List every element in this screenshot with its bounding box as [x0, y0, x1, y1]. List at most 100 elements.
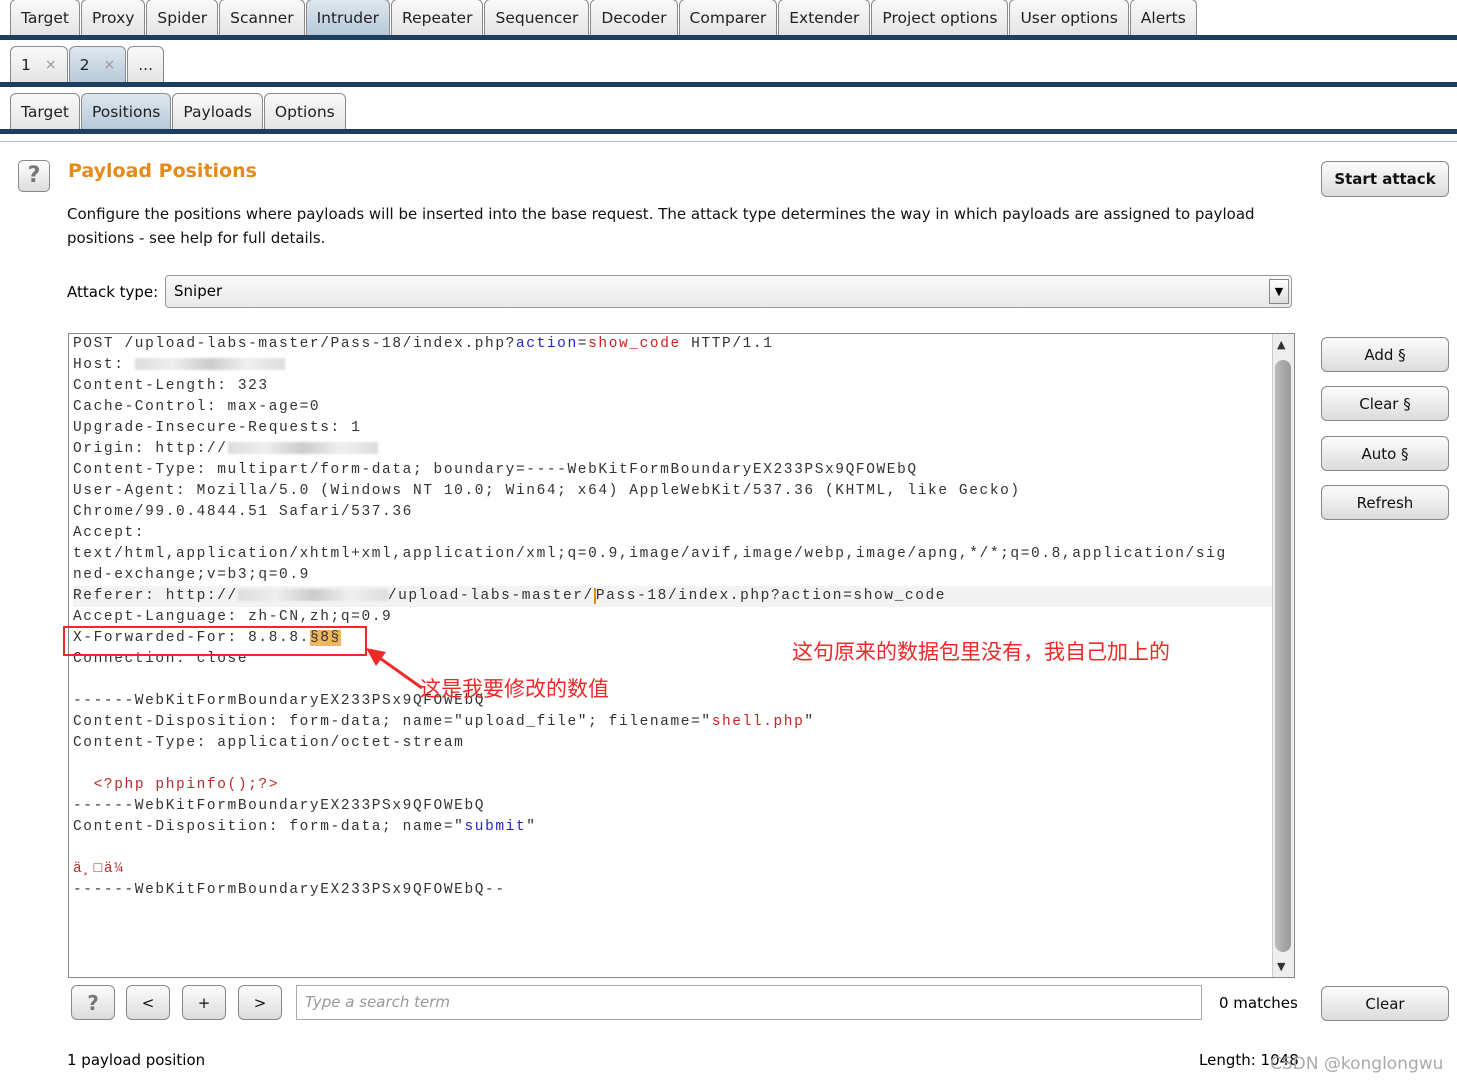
sub-tab-0[interactable]: Target [10, 93, 80, 129]
request-segment: = [577, 336, 589, 352]
sub-tab-1[interactable]: Positions [80, 93, 172, 129]
close-icon[interactable]: × [103, 57, 115, 73]
request-line: ned-exchange;v=b3;q=0.9 [73, 565, 1273, 586]
request-line: Host: [73, 355, 1273, 376]
request-segment: action [515, 336, 578, 352]
main-tab-10[interactable]: Project options [871, 0, 1009, 35]
main-tab-4[interactable]: Intruder [305, 0, 390, 35]
match-count: 0 matches [1219, 994, 1298, 1012]
main-tab-12[interactable]: Alerts [1129, 0, 1197, 35]
auto-marker-button[interactable]: Auto § [1321, 436, 1449, 471]
request-segment: ned-exchange;v=b3;q=0.9 [73, 567, 310, 583]
request-segment: User-Agent: Mozilla/5.0 (Windows NT 10.0… [73, 483, 1021, 499]
main-tab-bar: Target Proxy Spider Scanner Intruder Repeater… [0, 0, 1457, 40]
search-input[interactable]: Type a search term [296, 985, 1202, 1020]
request-line: ------WebKitFormBoundaryEX233PSx9QFOWEbQ [73, 691, 1273, 712]
request-segment: Chrome/99.0.4844.51 Safari/537.36 [73, 504, 413, 520]
scroll-down-icon[interactable]: ▼ [1277, 960, 1285, 973]
request-segment: Content-Type: application/octet-stream [73, 735, 465, 751]
request-line: Accept: [73, 523, 1273, 544]
highlight-box [63, 626, 367, 656]
attack-type-select[interactable]: Sniper ▼ [165, 275, 1292, 308]
request-segment: shell.php [711, 714, 805, 730]
scroll-thumb[interactable] [1275, 360, 1291, 952]
sub-tab-3[interactable]: Options [263, 93, 346, 129]
tab-label: Proxy [91, 8, 135, 27]
request-segment: show_code [588, 336, 681, 352]
instance-tab-1[interactable]: 2 × [68, 46, 127, 82]
request-segment: /upload-labs-master/ [387, 588, 594, 604]
redacted-host [227, 442, 378, 455]
tab-label: 1 [21, 55, 31, 74]
request-segment: Accept-Language: zh-CN,zh;q=0.9 [73, 609, 393, 625]
tab-label: Repeater [402, 8, 473, 27]
tab-label: Decoder [601, 8, 667, 27]
request-segment: ------WebKitFormBoundaryEX233PSx9QFOWEbQ [73, 798, 486, 814]
request-segment: submit [464, 819, 527, 835]
instance-tab-0[interactable]: 1 × [10, 46, 68, 82]
main-tab-9[interactable]: Extender [778, 0, 871, 35]
main-tab-8[interactable]: Comparer [678, 0, 778, 35]
request-line: ------WebKitFormBoundaryEX233PSx9QFOWEbQ [73, 796, 1273, 817]
main-tab-3[interactable]: Scanner [219, 0, 305, 35]
request-line: Accept-Language: zh-CN,zh;q=0.9 [73, 607, 1273, 628]
main-tab-11[interactable]: User options [1009, 0, 1129, 35]
tab-label: Target [21, 102, 69, 121]
request-line: User-Agent: Mozilla/5.0 (Windows NT 10.0… [73, 481, 1273, 502]
request-line: Content-Type: multipart/form-data; bound… [73, 460, 1273, 481]
request-segment: Accept: [73, 525, 146, 541]
main-tab-2[interactable]: Spider [146, 0, 219, 35]
request-segment: HTTP/1.1 [680, 336, 774, 352]
search-next-button[interactable]: > [238, 985, 282, 1020]
main-tab-6[interactable]: Sequencer [484, 0, 590, 35]
tab-label: Sequencer [495, 8, 579, 27]
request-segment: " [526, 819, 537, 835]
help-icon[interactable]: ? [18, 160, 50, 192]
search-help-button[interactable]: ? [71, 985, 115, 1020]
request-line: ------WebKitFormBoundaryEX233PSx9QFOWEbQ… [73, 880, 1273, 901]
watermark: CSDN @konglongwu [1270, 1054, 1444, 1074]
request-segment: Pass-18/index.php?action=show_code [593, 588, 947, 604]
clear-markers-button[interactable]: Clear § [1321, 386, 1449, 421]
main-tab-1[interactable]: Proxy [80, 0, 146, 35]
start-attack-button[interactable]: Start attack [1321, 161, 1449, 197]
add-marker-button[interactable]: Add § [1321, 337, 1449, 372]
main-tab-0[interactable]: Target [10, 0, 80, 35]
tab-label: Scanner [230, 8, 294, 27]
request-segment: ------WebKitFormBoundaryEX233PSx9QFOWEbQ… [73, 882, 506, 898]
request-segment: ä¸□ä¼ [73, 861, 125, 877]
request-line: <?php phpinfo();?> [73, 775, 1273, 796]
instance-tab-bar: 1 × 2 ×... [0, 46, 1457, 87]
instance-tab-2[interactable]: ... [127, 46, 164, 82]
request-line: ä¸□ä¼ [73, 859, 1273, 880]
request-line: Chrome/99.0.4844.51 Safari/537.36 [73, 502, 1273, 523]
clear-search-button[interactable]: Clear [1321, 986, 1449, 1021]
main-tab-5[interactable]: Repeater [391, 0, 484, 35]
scrollbar[interactable]: ▲ ▼ [1272, 334, 1294, 977]
request-text[interactable]: POST /upload-labs-master/Pass-18/index.p… [73, 334, 1273, 901]
main-tab-7[interactable]: Decoder [590, 0, 678, 35]
tab-label: Options [274, 102, 335, 121]
request-line [73, 838, 1273, 859]
tab-label: User options [1020, 8, 1118, 27]
request-segment: Content-Disposition: form-data; name="up… [73, 714, 712, 730]
request-line: Cache-Control: max-age=0 [73, 397, 1273, 418]
request-segment: Origin: http:// [73, 441, 228, 457]
sub-tab-2[interactable]: Payloads [172, 93, 263, 129]
attack-type-label: Attack type: [67, 283, 159, 301]
chevron-down-icon[interactable]: ▼ [1269, 279, 1289, 304]
request-line: Content-Disposition: form-data; name="up… [73, 712, 1273, 733]
search-prev-button[interactable]: < [126, 985, 170, 1020]
scroll-up-icon[interactable]: ▲ [1277, 338, 1285, 351]
request-line: Content-Length: 323 [73, 376, 1273, 397]
attack-type-value: Sniper [174, 282, 223, 300]
modify-note: 这是我要修改的数值 [420, 677, 609, 701]
request-segment: Cache-Control: max-age=0 [73, 399, 321, 415]
request-segment: Upgrade-Insecure-Requests: 1 [73, 420, 362, 436]
request-line: Content-Type: application/octet-stream [73, 733, 1273, 754]
refresh-button[interactable]: Refresh [1321, 485, 1449, 520]
tab-label: Target [21, 8, 69, 27]
request-segment: Content-Type: multipart/form-data; bound… [73, 462, 918, 478]
close-icon[interactable]: × [45, 57, 57, 73]
search-add-button[interactable]: + [182, 985, 226, 1020]
